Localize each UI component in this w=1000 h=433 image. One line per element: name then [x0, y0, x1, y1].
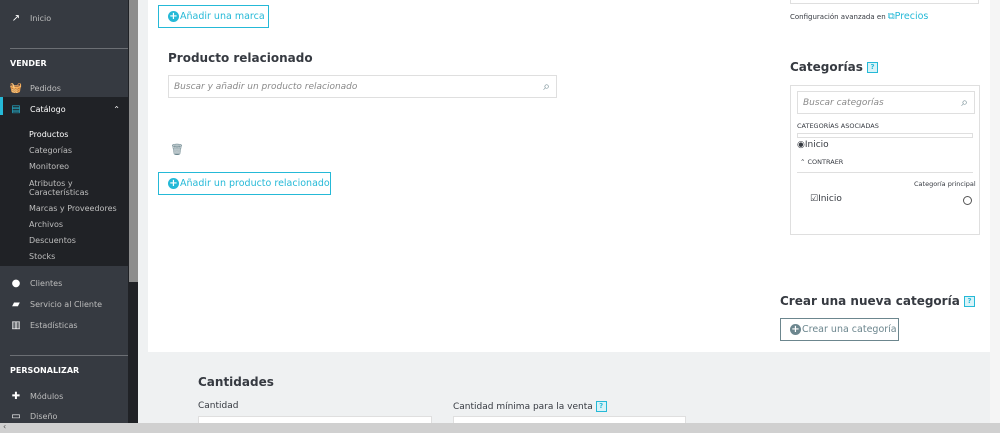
categories-search[interactable]: Buscar categorías ⌕	[797, 91, 975, 114]
chevron-up-icon: ⌃	[113, 104, 120, 114]
price-input-bottom[interactable]	[790, 0, 979, 4]
main-category-label: Categoría principal	[914, 180, 976, 188]
checkbox-checked-icon[interactable]: ☑	[810, 194, 818, 204]
related-product-search[interactable]: Buscar y añadir un producto relacionado ⌕	[168, 75, 557, 98]
help-icon[interactable]: ?	[595, 401, 607, 412]
quantity-label: Cantidad	[198, 401, 239, 411]
tree-item[interactable]: ☑Inicio	[810, 194, 842, 204]
sub-categorias[interactable]: Categorías	[29, 146, 72, 155]
divider	[797, 172, 973, 173]
section-vender: VENDER	[10, 59, 47, 68]
divider	[10, 48, 128, 49]
collapse-toggle[interactable]: ⌃ CONTRAER	[800, 158, 843, 166]
min-qty-label: Cantidad mínima para la venta ?	[453, 401, 607, 412]
search-icon[interactable]: ⌕	[543, 79, 550, 94]
divider	[10, 355, 128, 356]
sub-productos[interactable]: Productos	[29, 130, 68, 139]
store-icon: ▤	[11, 103, 21, 115]
basket-icon: 🧺	[9, 82, 23, 94]
nav-pedidos[interactable]: 🧺 Pedidos	[0, 79, 128, 97]
trending-icon: ↗	[11, 12, 21, 24]
help-icon[interactable]: ?	[867, 62, 879, 73]
scroll-left-icon[interactable]: ‹	[3, 422, 6, 431]
sub-atributos[interactable]: Atributos y Características	[29, 179, 89, 197]
nav-inicio[interactable]: ↗ Inicio	[0, 9, 128, 27]
nav-clientes[interactable]: ● Clientes	[0, 274, 128, 292]
plus-circle-icon: +	[168, 178, 179, 189]
sub-monitoreo[interactable]: Monitoreo	[29, 162, 69, 171]
user-circle-icon: ●	[11, 277, 21, 289]
main-category-radio[interactable]	[963, 196, 972, 205]
trash-icon[interactable]: 🗑	[170, 144, 184, 155]
plus-circle-icon: +	[790, 324, 801, 335]
nav-modulos[interactable]: ✚ Módulos	[0, 387, 128, 405]
related-product-title: Producto relacionado	[168, 51, 313, 65]
sub-descuentos[interactable]: Descuentos	[29, 236, 76, 245]
tree-root[interactable]: ◉Inicio	[797, 140, 829, 150]
sidebar: ↗ Inicio VENDER 🧺 Pedidos ▤ Catálogo ⌃ Produ…	[0, 0, 128, 423]
sub-stocks[interactable]: Stocks	[29, 252, 55, 261]
advanced-config-text: Configuración avanzada en ⧉Precios	[790, 11, 929, 22]
nav-estadisticas[interactable]: ▥ Estadísticas	[0, 316, 128, 334]
sub-archivos[interactable]: Archivos	[29, 220, 63, 229]
quantities-title: Cantidades	[198, 375, 274, 389]
help-icon[interactable]: ?	[963, 296, 975, 307]
create-category-button[interactable]: + Crear una categoría	[780, 318, 899, 341]
add-brand-button[interactable]: + Añadir una marca	[158, 5, 269, 28]
monitor-icon: ▭	[11, 410, 21, 422]
section-personalizar: PERSONALIZAR	[10, 366, 80, 375]
sub-marcas[interactable]: Marcas y Proveedores	[29, 204, 117, 213]
categories-title: Categorías ?	[790, 60, 879, 74]
associated-list	[797, 133, 973, 138]
nav-servicio[interactable]: ▰ Servicio al Cliente	[0, 295, 128, 313]
add-related-product-button[interactable]: + Añadir un producto relacionado	[158, 172, 331, 195]
associated-label: CATEGORÍAS ASOCIADAS	[797, 122, 879, 130]
precios-link[interactable]: ⧉Precios	[888, 11, 929, 22]
search-icon[interactable]: ⌕	[961, 95, 968, 110]
sidebar-scrollbar-thumb[interactable]	[129, 0, 138, 282]
horizontal-scrollbar[interactable]: ‹	[0, 422, 1000, 433]
plus-circle-icon: +	[168, 11, 179, 22]
bar-chart-icon: ▥	[11, 319, 21, 331]
radio-selected-icon[interactable]: ◉	[797, 140, 805, 150]
nav-catalogo[interactable]: ▤ Catálogo ⌃	[0, 100, 128, 118]
chevron-up-icon: ⌃	[800, 158, 808, 166]
chat-icon: ▰	[12, 298, 20, 310]
page-scrollbar[interactable]	[990, 0, 1000, 423]
puzzle-icon: ✚	[11, 390, 21, 402]
new-category-title: Crear una nueva categoría ?	[780, 294, 975, 308]
